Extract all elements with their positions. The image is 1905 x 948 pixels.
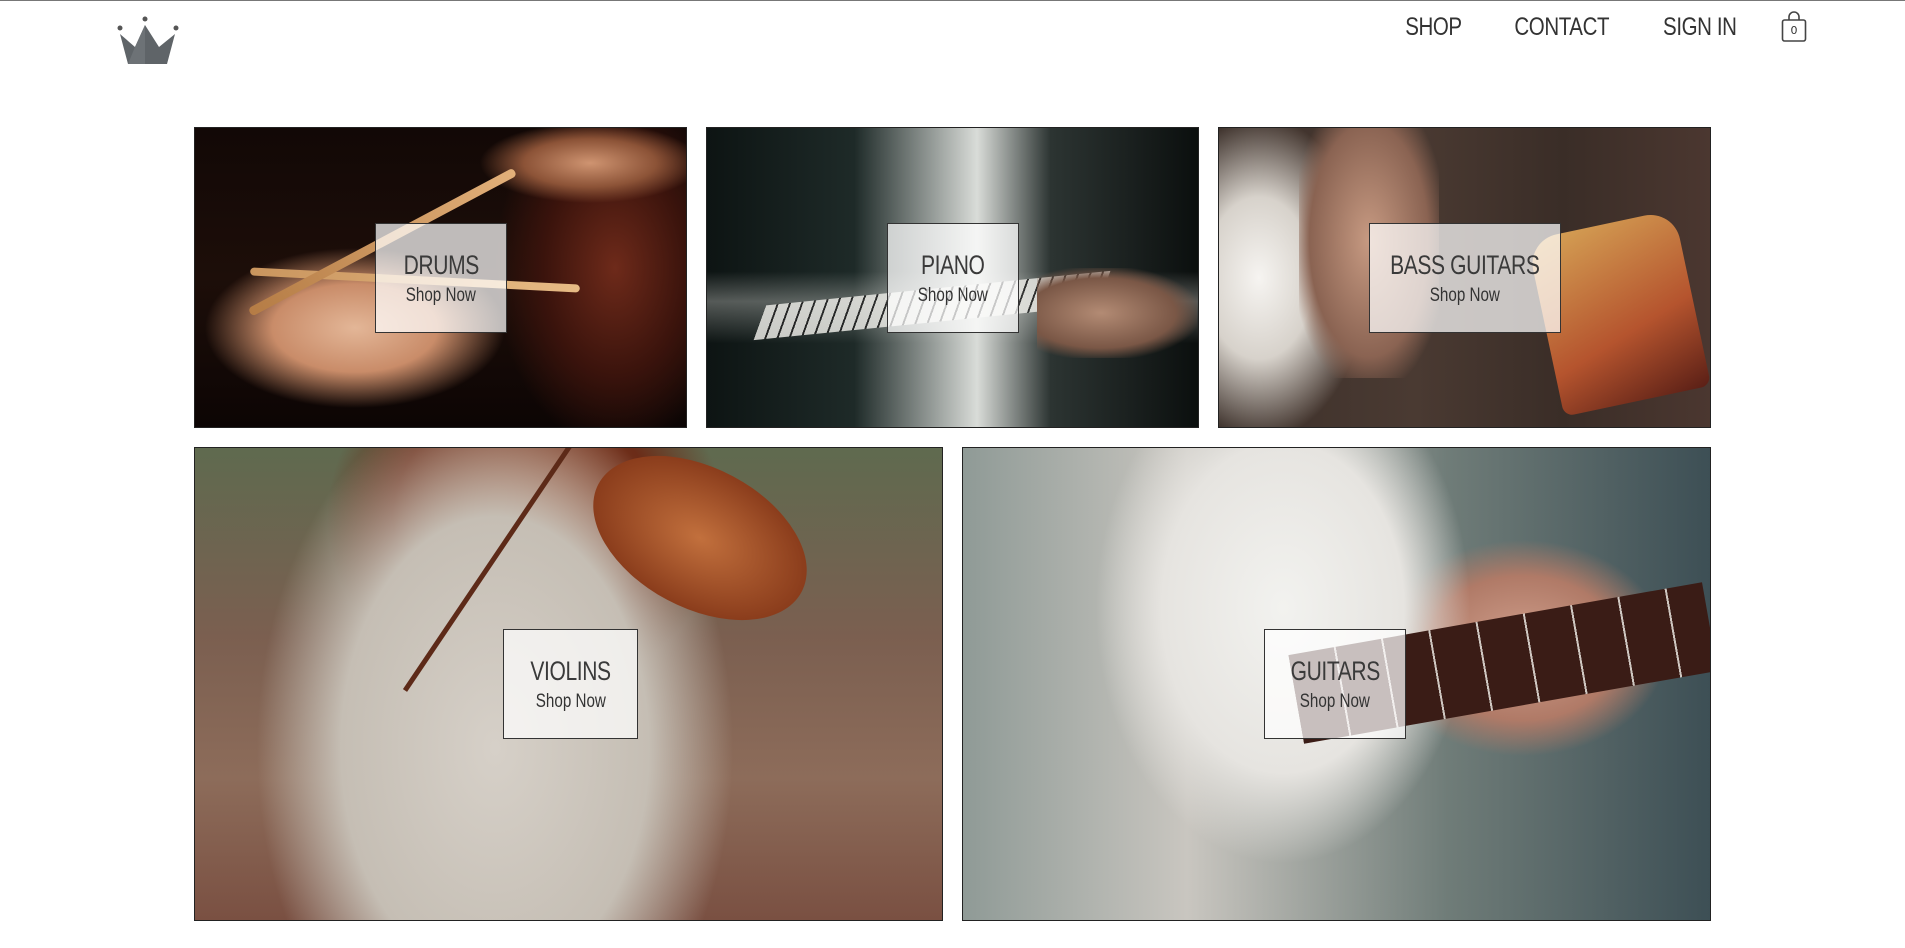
category-tile-violins[interactable]: VIOLINS Shop Now <box>194 447 943 921</box>
cart-button[interactable]: 0 <box>1781 11 1807 43</box>
category-label-box[interactable]: DRUMS Shop Now <box>375 223 507 333</box>
category-label-box[interactable]: BASS GUITARS Shop Now <box>1369 223 1561 333</box>
category-title: GUITARS <box>1290 656 1380 686</box>
category-tile-bass-guitars[interactable]: BASS GUITARS Shop Now <box>1218 127 1711 428</box>
nav-sign-in-link[interactable]: SIGN IN <box>1663 13 1737 42</box>
nav-shop-link[interactable]: SHOP <box>1405 13 1462 42</box>
category-tile-drums[interactable]: DRUMS Shop Now <box>194 127 687 428</box>
category-title: BASS GUITARS <box>1390 250 1540 280</box>
category-label-box[interactable]: GUITARS Shop Now <box>1264 629 1406 739</box>
cart-count-badge: 0 <box>1790 24 1798 37</box>
shop-now-link[interactable]: Shop Now <box>406 286 476 306</box>
main-nav: SHOP CONTACT SIGN IN 0 <box>1399 11 1807 43</box>
nav-contact-link[interactable]: CONTACT <box>1514 13 1609 42</box>
category-label-box[interactable]: VIOLINS Shop Now <box>503 629 638 739</box>
page: SHOP CONTACT SIGN IN 0 DRUMS Shop Now PI… <box>0 0 1905 948</box>
category-tile-piano[interactable]: PIANO Shop Now <box>706 127 1199 428</box>
crown-logo-icon[interactable] <box>115 14 181 66</box>
shop-now-link[interactable]: Shop Now <box>535 692 605 712</box>
shop-now-link[interactable]: Shop Now <box>1430 286 1500 306</box>
shop-now-link[interactable]: Shop Now <box>1300 692 1370 712</box>
category-title: PIANO <box>921 250 985 280</box>
shop-now-link[interactable]: Shop Now <box>918 286 988 306</box>
category-title: VIOLINS <box>530 656 611 686</box>
category-label-box[interactable]: PIANO Shop Now <box>887 223 1019 333</box>
category-title: DRUMS <box>403 250 479 280</box>
category-tile-guitars[interactable]: GUITARS Shop Now <box>962 447 1711 921</box>
